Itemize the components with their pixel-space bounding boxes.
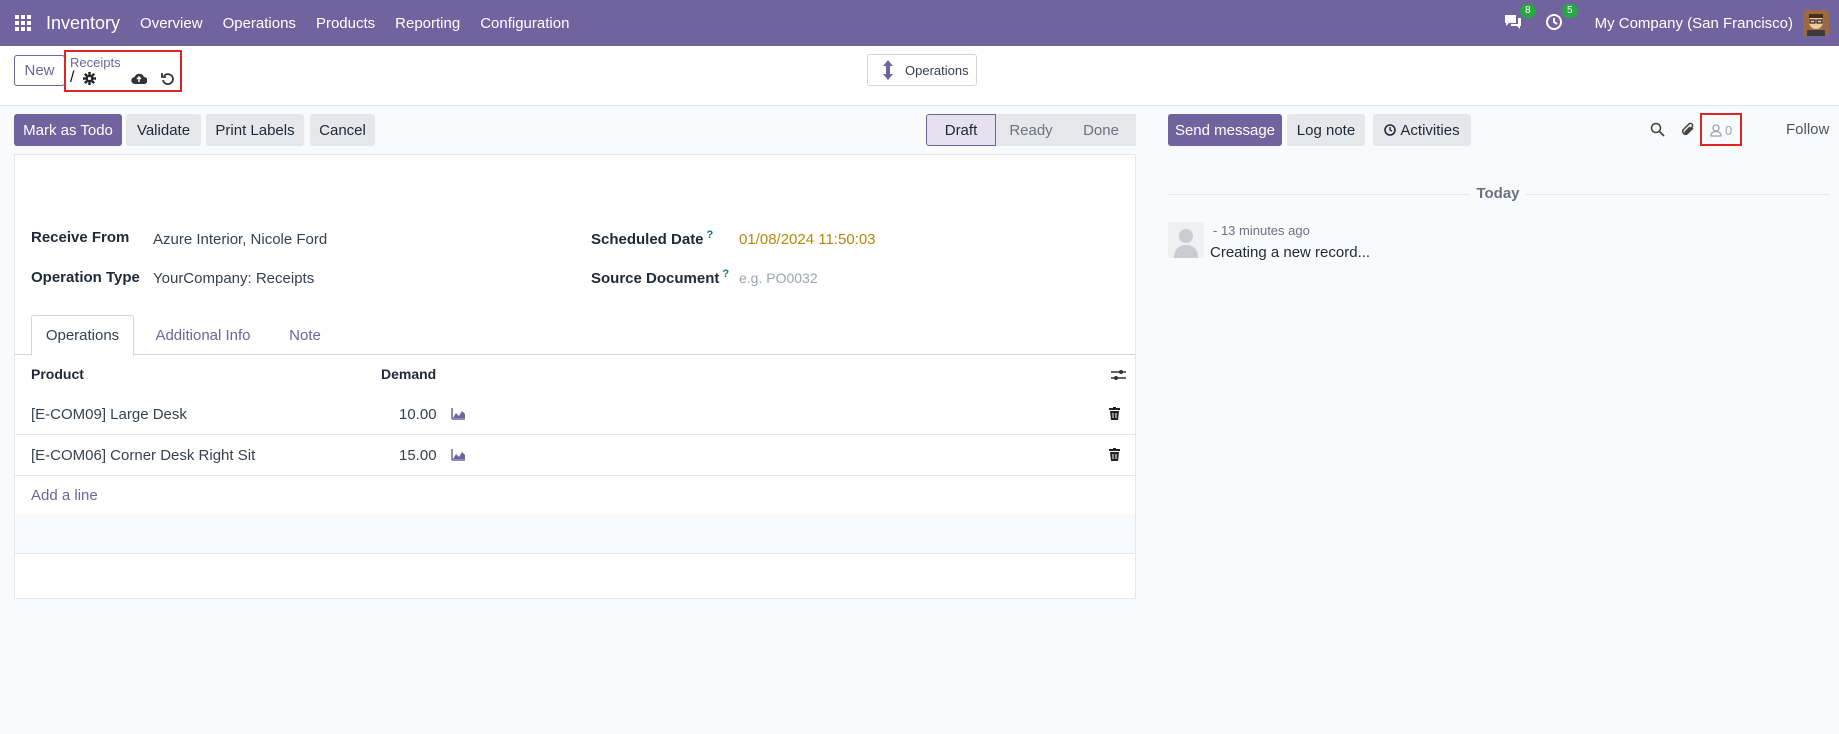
forecast-chart-icon[interactable] <box>451 448 466 464</box>
forecast-chart-icon[interactable] <box>451 407 466 423</box>
help-tooltip-icon[interactable]: ? <box>722 268 729 280</box>
menu-reporting[interactable]: Reporting <box>395 15 460 32</box>
column-demand[interactable]: Demand <box>381 366 436 382</box>
receive-from-label: Receive From <box>31 229 130 246</box>
stage-done[interactable]: Done <box>1066 114 1136 146</box>
activities-button[interactable]: Activities <box>1373 114 1471 146</box>
empty-row <box>15 514 1135 554</box>
operation-type-label: Operation Type <box>31 269 140 286</box>
scheduled-date-field[interactable]: 01/08/2024 11:50:03 <box>739 231 876 248</box>
scheduled-date-label: Scheduled Date? <box>591 229 713 248</box>
notebook-tabs: Operations Additional Info Note <box>15 315 1135 356</box>
menu-overview[interactable]: Overview <box>140 15 203 32</box>
print-labels-button[interactable]: Print Labels <box>206 114 304 146</box>
validate-button[interactable]: Validate <box>126 114 201 146</box>
operations-smart-button[interactable]: Operations <box>867 54 977 86</box>
operations-button-label: Operations <box>905 62 969 78</box>
today-label: Today <box>1470 185 1526 202</box>
form-sheet: Receive From Azure Interior, Nicole Ford… <box>14 154 1136 599</box>
source-document-label-text: Source Document <box>591 270 720 287</box>
discard-undo-icon[interactable] <box>161 72 175 89</box>
receive-from-field[interactable]: Azure Interior, Nicole Ford <box>153 231 327 248</box>
source-document-field[interactable]: e.g. PO0032 <box>739 270 818 286</box>
row-product[interactable]: [E-COM06] Corner Desk Right Sit <box>31 447 255 464</box>
app-name[interactable]: Inventory <box>46 13 120 34</box>
search-icon[interactable] <box>1650 122 1665 140</box>
message-timestamp: - 13 minutes ago <box>1213 223 1310 238</box>
row-demand[interactable]: 10.00 <box>399 406 437 423</box>
messages-badge: 8 <box>1520 4 1536 18</box>
menu-operations[interactable]: Operations <box>223 15 296 32</box>
menu-configuration[interactable]: Configuration <box>480 15 569 32</box>
gear-icon[interactable] <box>83 72 96 88</box>
add-a-line-link[interactable]: Add a line <box>31 487 98 504</box>
table-row[interactable]: [E-COM06] Corner Desk Right Sit 15.00 <box>15 436 1135 476</box>
top-navbar: Inventory Overview Operations Products R… <box>0 0 1839 46</box>
apps-menu-icon[interactable] <box>0 0 46 46</box>
breadcrumb-current: / <box>70 69 75 86</box>
follow-button[interactable]: Follow <box>1786 121 1829 138</box>
new-button[interactable]: New <box>14 55 65 86</box>
help-tooltip-icon[interactable]: ? <box>707 229 714 241</box>
log-note-button[interactable]: Log note <box>1287 114 1365 146</box>
user-avatar[interactable] <box>1803 10 1829 36</box>
activities-clock-icon[interactable]: 5 <box>1545 4 1578 33</box>
status-bar: Draft Ready Done <box>926 114 1136 146</box>
activities-button-label: Activities <box>1400 121 1460 139</box>
control-panel: New Receipts / Operations <box>0 46 1839 106</box>
author-avatar[interactable] <box>1168 222 1204 258</box>
tab-operations[interactable]: Operations <box>31 315 134 356</box>
delete-trash-icon[interactable] <box>1109 448 1120 464</box>
tab-note[interactable]: Note <box>277 315 333 355</box>
tab-additional-info[interactable]: Additional Info <box>143 315 263 355</box>
messages-icon[interactable]: 8 <box>1503 4 1536 33</box>
activities-badge: 5 <box>1562 4 1578 18</box>
column-product[interactable]: Product <box>31 366 84 382</box>
follower-person-icon <box>1710 124 1722 137</box>
row-demand[interactable]: 15.00 <box>399 447 437 464</box>
table-row[interactable]: [E-COM09] Large Desk 10.00 <box>15 395 1135 435</box>
stage-draft[interactable]: Draft <box>926 114 996 146</box>
followers-highlight: 0 <box>1700 113 1742 146</box>
clock-icon <box>1384 124 1397 136</box>
source-document-label: Source Document? <box>591 268 729 287</box>
mark-as-todo-button[interactable]: Mark as Todo <box>14 114 122 146</box>
delete-trash-icon[interactable] <box>1109 407 1120 423</box>
menu-products[interactable]: Products <box>316 15 375 32</box>
message-body: Creating a new record... <box>1210 244 1371 261</box>
vertical-arrows-icon <box>883 60 893 80</box>
scheduled-date-label-text: Scheduled Date <box>591 231 704 248</box>
breadcrumb-highlight: Receipts / <box>64 50 182 92</box>
company-switcher[interactable]: My Company (San Francisco) <box>1595 15 1793 32</box>
row-product[interactable]: [E-COM09] Large Desk <box>31 406 187 423</box>
add-line-row: Add a line <box>15 476 1135 516</box>
stage-ready[interactable]: Ready <box>996 114 1066 146</box>
breadcrumb-receipts[interactable]: Receipts <box>70 55 121 70</box>
followers-button[interactable]: 0 <box>1710 123 1732 138</box>
attachment-paperclip-icon[interactable] <box>1680 121 1696 141</box>
followers-count: 0 <box>1725 123 1733 138</box>
optional-columns-toggle-icon[interactable] <box>1111 368 1126 384</box>
operation-type-field[interactable]: YourCompany: Receipts <box>153 270 314 287</box>
cloud-save-icon[interactable] <box>131 72 148 88</box>
cancel-button[interactable]: Cancel <box>310 114 375 146</box>
send-message-button[interactable]: Send message <box>1168 114 1282 146</box>
